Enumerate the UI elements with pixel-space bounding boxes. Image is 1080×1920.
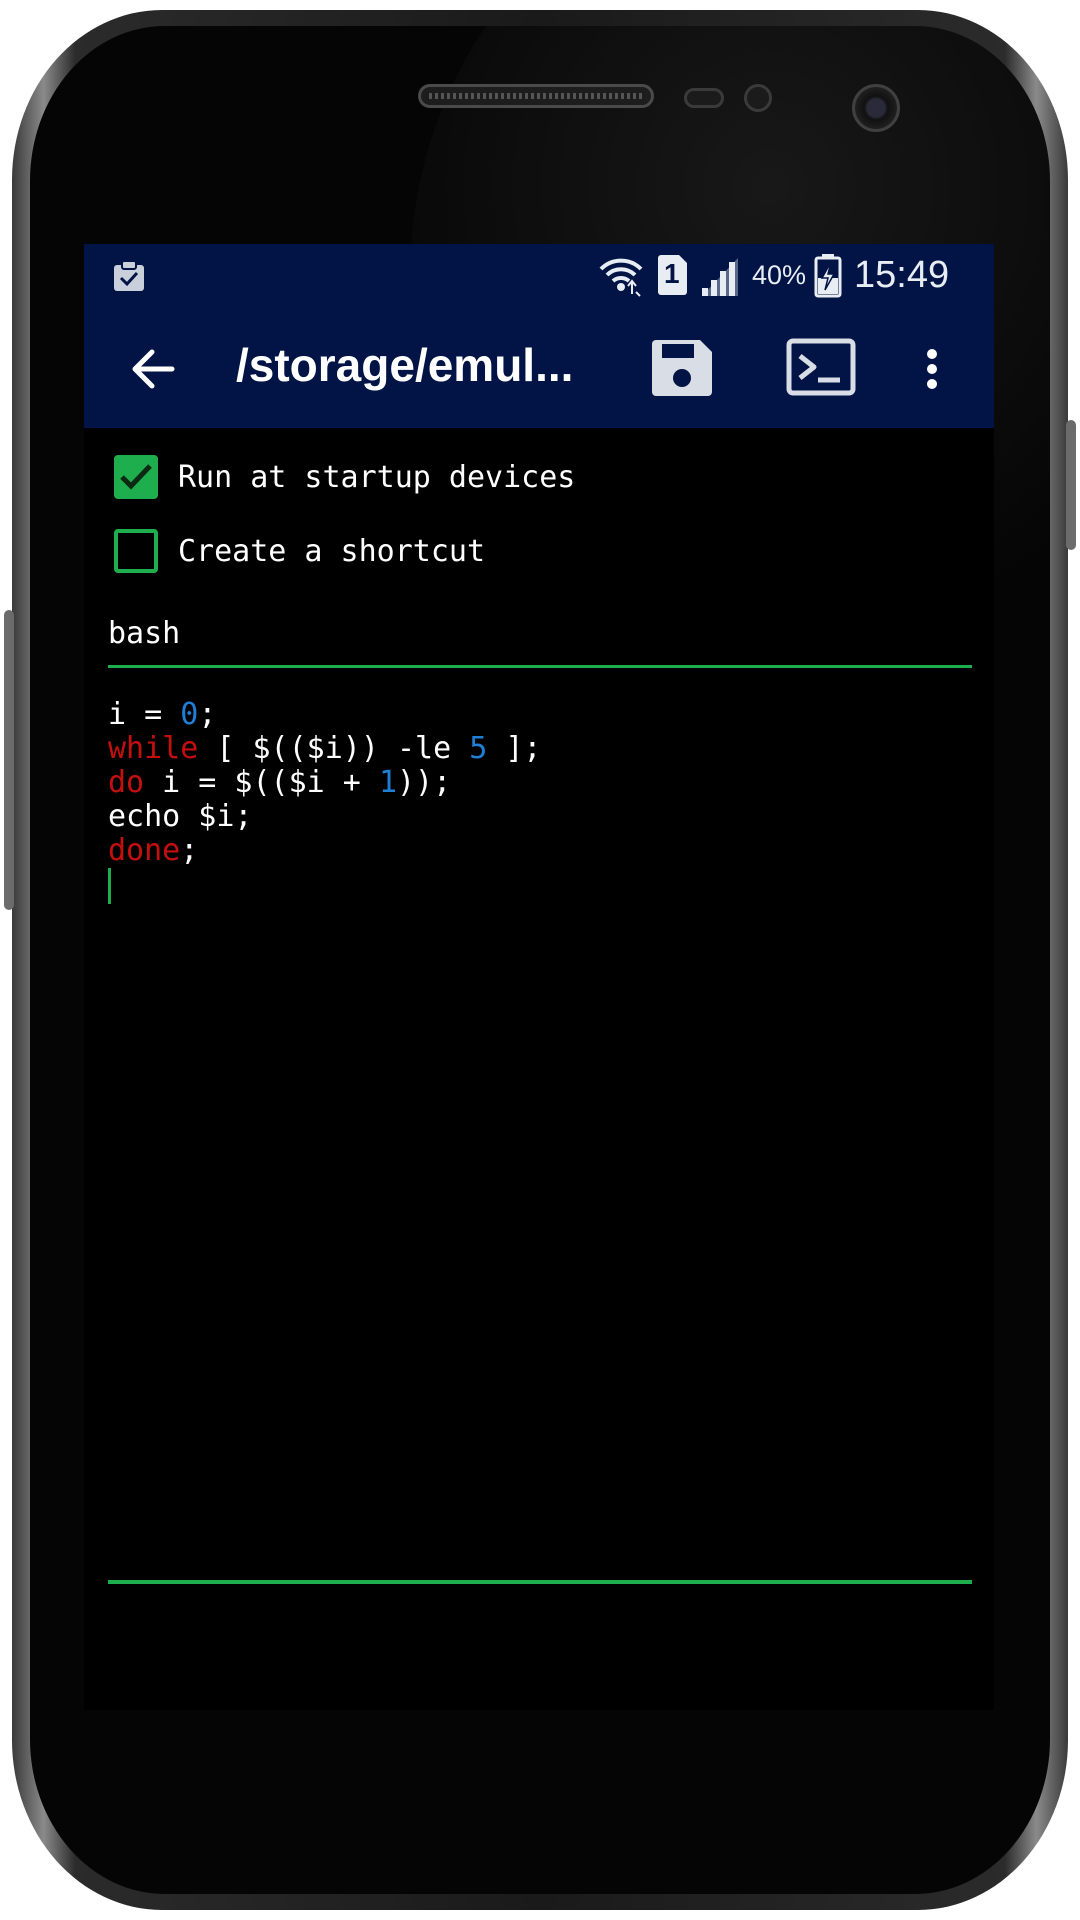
run-at-startup-checkbox[interactable] [114, 455, 158, 499]
code-line: done; [108, 834, 972, 868]
code-number: 0 [180, 697, 199, 732]
code-text: i = $(($i + [144, 765, 379, 800]
code-line: while [ $(($i)) -le 5 ]; [108, 732, 972, 766]
back-arrow-icon[interactable] [130, 346, 176, 396]
clock: 15:49 [854, 254, 950, 296]
status-bar: 1 40% 15:49 [84, 244, 994, 308]
app-bar: /storage/emul... [84, 308, 994, 428]
create-shortcut-option[interactable]: Create a shortcut [114, 526, 485, 576]
code-text: [ $(($i)) -le [198, 731, 470, 766]
volume-button [4, 610, 14, 910]
code-line: do i = $(($i + 1)); [108, 766, 972, 800]
script-text-area[interactable]: i = 0; while [ $(($i)) -le 5 ]; do i = $((… [108, 698, 972, 904]
wifi-icon [598, 252, 644, 302]
power-button [1066, 420, 1076, 550]
code-text: ]; [487, 731, 542, 766]
save-icon[interactable] [650, 338, 714, 402]
file-path-title: /storage/emul... [236, 339, 574, 391]
battery-percent: 40% [752, 260, 807, 290]
proximity-sensor [684, 88, 724, 108]
checkmark-icon [120, 464, 152, 490]
run-at-startup-option[interactable]: Run at startup devices [114, 452, 575, 502]
code-line: i = 0; [108, 698, 972, 732]
more-vert-icon[interactable] [924, 346, 940, 396]
code-text: i = [108, 697, 181, 732]
code-text: ; [180, 833, 199, 868]
text-area-underline [108, 1580, 972, 1584]
code-line: echo $i; [108, 800, 972, 834]
light-sensor [744, 84, 772, 112]
script-editor: Run at startup devices Create a shortcut… [84, 428, 994, 1710]
code-number: 1 [378, 765, 397, 800]
battery-charging-icon [814, 252, 842, 302]
code-number: 5 [469, 731, 488, 766]
earpiece-speaker [418, 84, 654, 108]
code-keyword: do [108, 765, 145, 800]
run-at-startup-label: Run at startup devices [178, 459, 576, 495]
screen: 1 40% 15:49 /storage/emul... Run at star… [84, 244, 994, 1710]
code-text: ; [198, 697, 217, 732]
front-camera [852, 84, 900, 132]
clipboard-icon [110, 256, 148, 298]
shell-input[interactable]: bash [108, 608, 972, 668]
sim-slot-number: 1 [664, 258, 680, 289]
text-cursor [108, 868, 111, 904]
code-text: )); [397, 765, 452, 800]
code-keyword: done [108, 833, 181, 868]
signal-icon [698, 254, 742, 302]
terminal-icon[interactable] [786, 338, 856, 400]
code-keyword: while [108, 731, 199, 766]
create-shortcut-label: Create a shortcut [178, 533, 486, 569]
create-shortcut-checkbox[interactable] [114, 529, 158, 573]
code-text: echo $i; [108, 799, 253, 834]
